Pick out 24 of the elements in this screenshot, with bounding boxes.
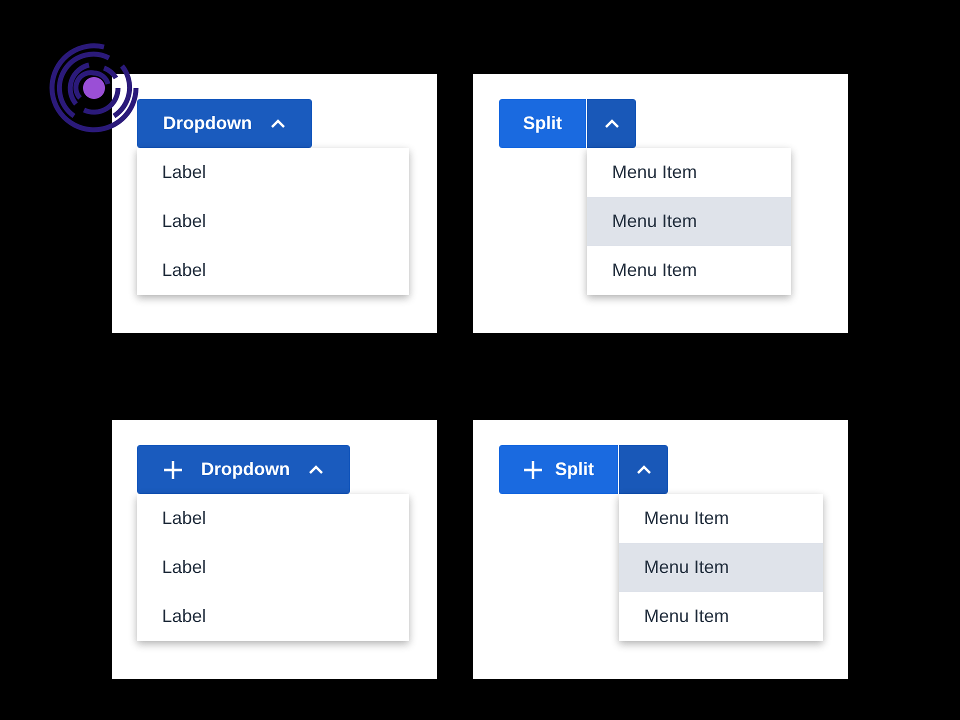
split-button[interactable]: Split bbox=[499, 99, 587, 148]
caret-button[interactable] bbox=[619, 445, 668, 494]
menu-item[interactable]: Menu Item bbox=[587, 148, 791, 197]
split-button[interactable]: Split bbox=[499, 445, 619, 494]
menu-item[interactable]: Label bbox=[137, 246, 409, 295]
menu-item[interactable]: Label bbox=[137, 148, 409, 197]
menu-item[interactable]: Menu Item bbox=[587, 197, 791, 246]
menu-item[interactable]: Label bbox=[137, 494, 409, 543]
menu-item[interactable]: Label bbox=[137, 592, 409, 641]
caret-up-icon bbox=[604, 118, 620, 128]
caret-button[interactable] bbox=[587, 99, 636, 148]
menu-item[interactable]: Label bbox=[137, 197, 409, 246]
plus-icon bbox=[523, 460, 543, 480]
caret-up-icon bbox=[270, 118, 286, 128]
caret-up-icon bbox=[308, 464, 324, 474]
plus-icon bbox=[163, 460, 183, 480]
menu-item[interactable]: Menu Item bbox=[619, 592, 823, 641]
menu-item[interactable]: Menu Item bbox=[587, 246, 791, 295]
dropdown-button[interactable]: Dropdown bbox=[137, 445, 350, 494]
dropdown-button[interactable]: Dropdown bbox=[137, 99, 312, 148]
menu-item[interactable]: Menu Item bbox=[619, 543, 823, 592]
menu-item[interactable]: Menu Item bbox=[619, 494, 823, 543]
menu-item[interactable]: Label bbox=[137, 543, 409, 592]
caret-up-icon bbox=[636, 464, 652, 474]
